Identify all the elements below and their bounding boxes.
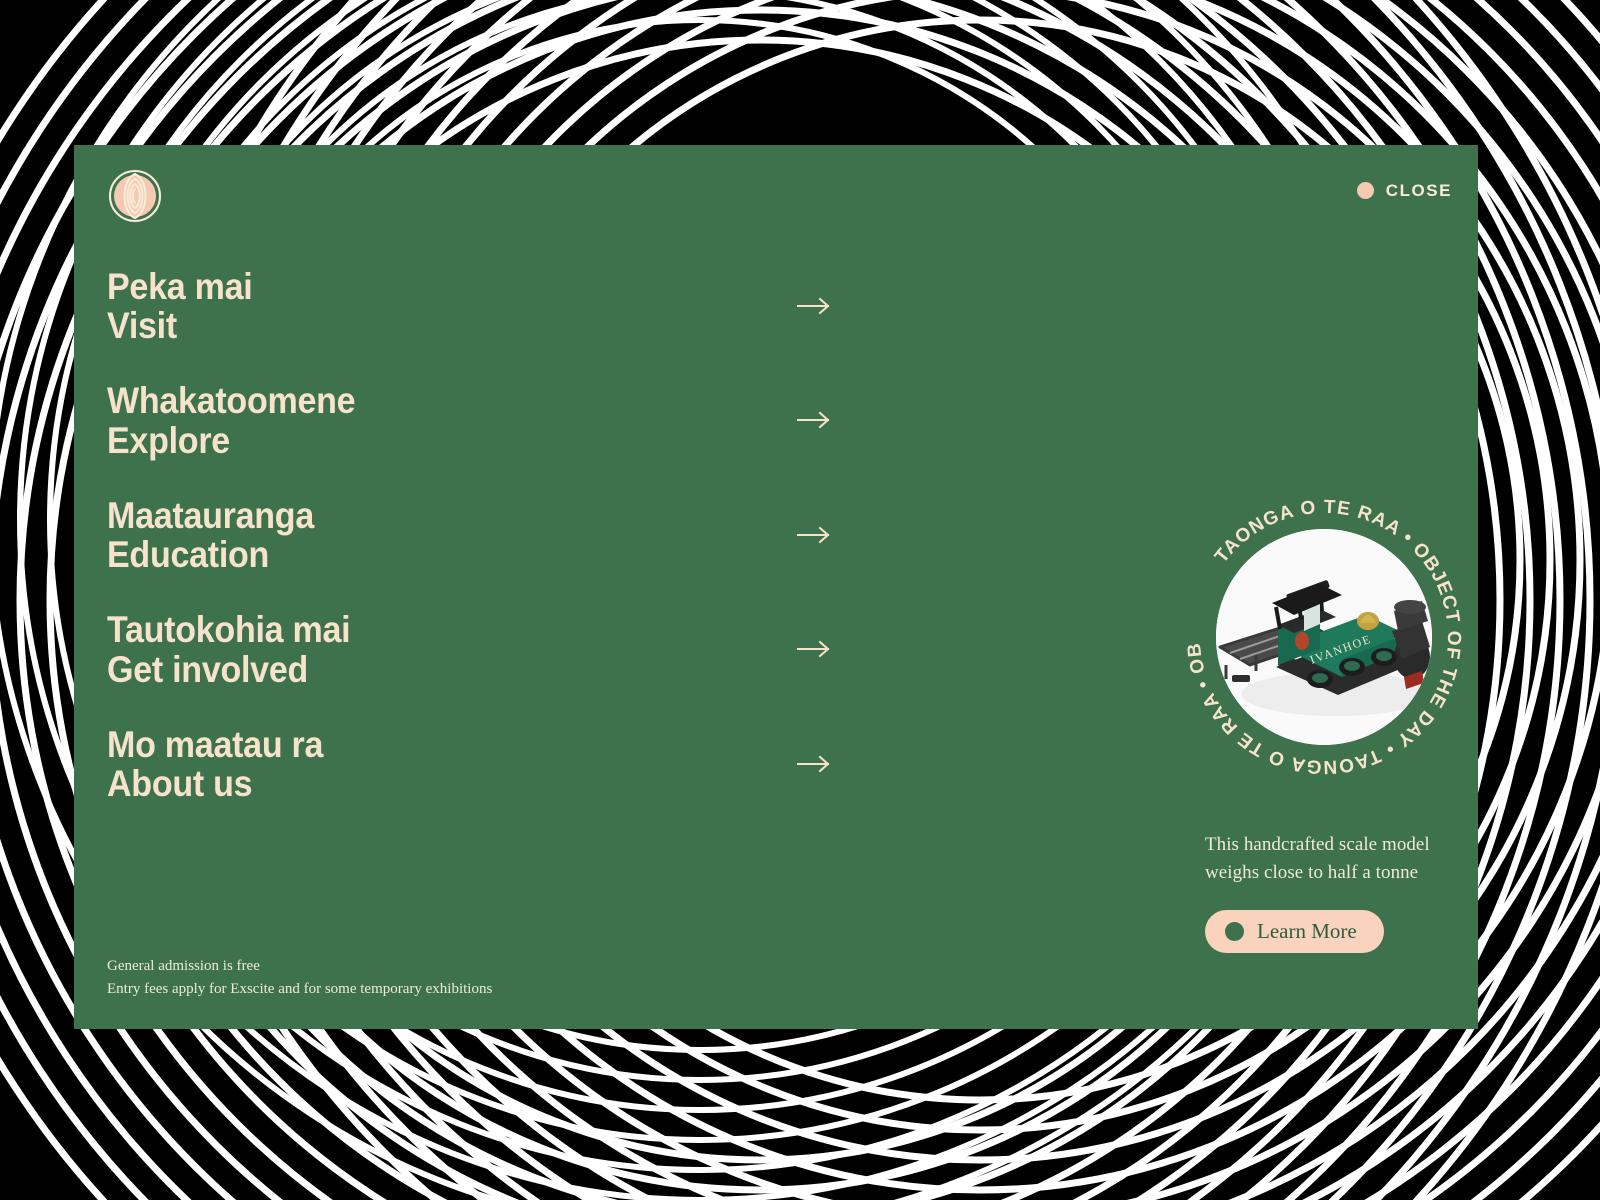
screen: CLOSE Peka mai Visit Whakatoomene Explor… [0, 0, 1600, 1200]
nav-item-get-involved[interactable]: Tautokohia mai Get involved [107, 609, 830, 724]
object-of-the-day-badge[interactable]: TAONGA O TE RAA • OBJECT OF THE DAY • TA… [1178, 483, 1463, 777]
nav-item-maori-label: Peka mai [107, 266, 253, 307]
arrow-right-icon [797, 410, 831, 430]
admission-line-1: General admission is free [107, 957, 260, 974]
close-button[interactable]: CLOSE [1353, 178, 1456, 203]
arrow-right-icon [797, 525, 831, 545]
nav-item-about-us[interactable]: Mo maatau ra About us [107, 723, 830, 804]
arrow-right-icon [797, 296, 831, 316]
main-navigation: Peka mai Visit Whakatoomene Explore Maat… [107, 266, 830, 804]
learn-more-dot-icon [1225, 922, 1244, 941]
nav-item-visit[interactable]: Peka mai Visit [107, 266, 830, 381]
menu-overlay-panel: CLOSE Peka mai Visit Whakatoomene Explor… [74, 145, 1478, 1029]
close-button-label: CLOSE [1385, 181, 1452, 200]
nav-item-maori-label: Mo maatau ra [107, 723, 324, 765]
nav-item-english-label: Explore [107, 419, 230, 461]
admission-info: General admission is free Entry fees app… [107, 955, 492, 1002]
nav-item-education[interactable]: Maatauranga Education [107, 494, 830, 610]
museum-logo-icon[interactable] [107, 168, 163, 224]
learn-more-button[interactable]: Learn More [1205, 910, 1384, 953]
arrow-right-icon [797, 754, 831, 774]
close-dot-icon [1356, 182, 1374, 199]
object-of-the-day-photo: IVANHOE [1216, 529, 1432, 745]
arrow-right-icon [797, 639, 831, 659]
nav-item-explore[interactable]: Whakatoomene Explore [107, 380, 830, 495]
admission-line-2: Entry fees apply for Exscite and for som… [107, 980, 493, 997]
nav-item-english-label: Education [107, 534, 270, 576]
object-of-the-day-caption: This handcrafted scale model weighs clos… [1205, 834, 1430, 883]
nav-item-english-label: Get involved [107, 648, 309, 690]
learn-more-label: Learn More [1257, 919, 1357, 943]
nav-item-maori-label: Whakatoomene [107, 380, 356, 422]
nav-item-english-label: About us [107, 762, 253, 804]
nav-item-maori-label: Tautokohia mai [107, 609, 351, 651]
nav-item-maori-label: Maatauranga [107, 494, 314, 536]
nav-item-english-label: Visit [107, 305, 177, 347]
